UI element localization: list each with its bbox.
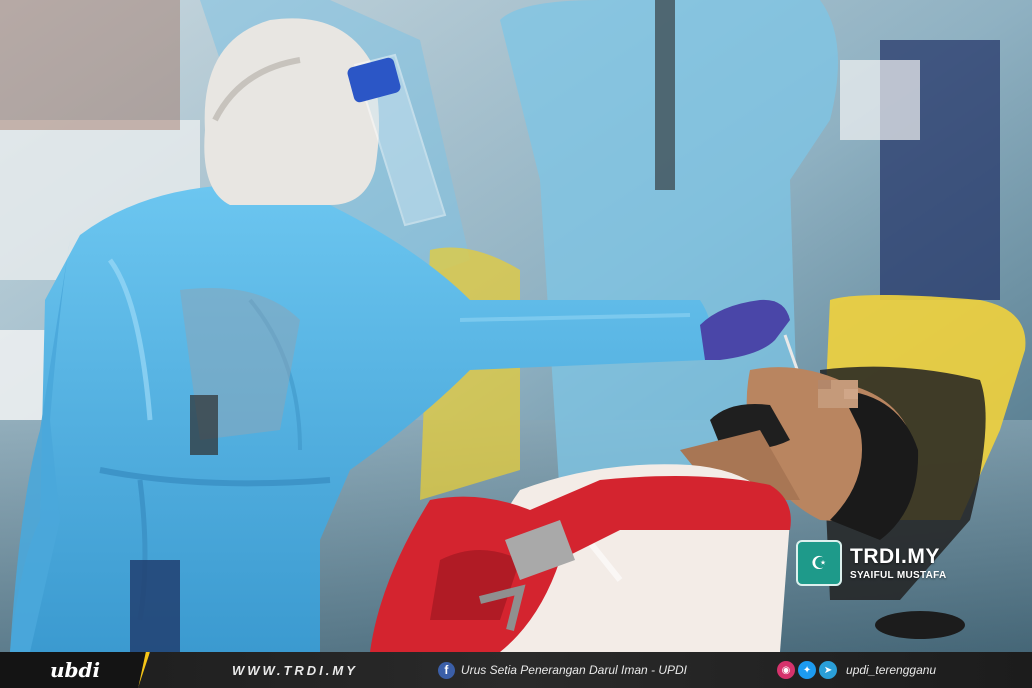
credit-photographer: SYAIFUL MUSTAFA: [850, 569, 947, 581]
crescent-star-icon: ☪: [810, 552, 828, 573]
footer-bar: ubdi WWW.TRDI.MY f Urus Setia Penerangan…: [0, 652, 1032, 688]
credit-text: TRDI.MY SYAIFUL MUSTAFA: [850, 546, 947, 581]
trdi-logo-icon: ☪: [796, 540, 842, 586]
credit-site: TRDI.MY: [850, 544, 940, 568]
twitter-icon: ✦: [798, 661, 817, 679]
footer-website-link[interactable]: WWW.TRDI.MY: [232, 663, 358, 678]
photo-credit-watermark: ☪ TRDI.MY SYAIFUL MUSTAFA: [796, 538, 996, 588]
facebook-label: Urus Setia Penerangan Darul Iman - UPDI: [460, 663, 688, 677]
social-handle: updi_terengganu: [846, 663, 937, 677]
brand-text: ubdi: [49, 658, 101, 682]
footer-social[interactable]: ◉ ✦ ➤ updi_terengganu: [777, 661, 936, 679]
facebook-icon: f: [437, 661, 455, 679]
footer-facebook[interactable]: f Urus Setia Penerangan Darul Iman - UPD…: [437, 661, 688, 679]
telegram-icon: ➤: [819, 661, 838, 679]
footer-brand-logo: ubdi: [0, 652, 150, 688]
instagram-icon: ◉: [777, 661, 796, 679]
